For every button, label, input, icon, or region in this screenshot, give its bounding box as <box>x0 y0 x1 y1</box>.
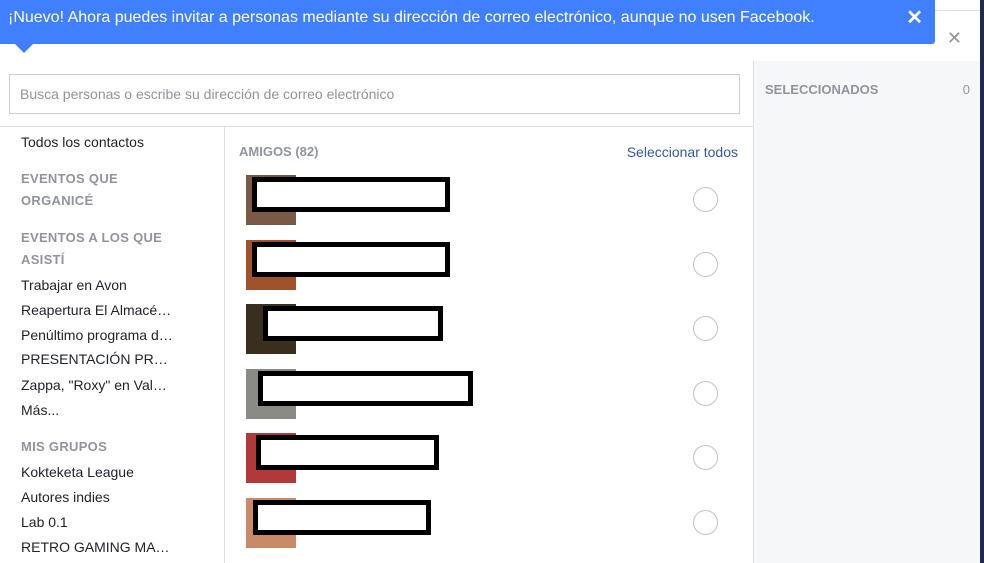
redacted-name <box>253 500 431 535</box>
selected-label: SELECCIONADOS <box>765 82 879 97</box>
friend-row[interactable] <box>246 369 740 419</box>
invite-dialog: ✕ Todos los contactos EVENTOS QUE ORGANI… <box>0 10 980 563</box>
sidebar-item-more[interactable]: Más... <box>21 402 59 418</box>
sidebar-item-group[interactable]: Autores indies <box>21 489 110 505</box>
selected-panel: SELECCIONADOS 0 <box>753 61 980 563</box>
sidebar-item-event[interactable]: Zappa, "Roxy" en Val… <box>21 377 167 393</box>
section-heading-events-organized: EVENTOS QUE ORGANICÉ <box>21 171 118 208</box>
tooltip-text: ¡Nuevo! Ahora puedes invitar a personas … <box>8 9 815 26</box>
friend-row[interactable] <box>246 304 740 354</box>
sidebar-item-all-contacts[interactable]: Todos los contactos <box>21 134 144 150</box>
section-heading-my-groups: MIS GRUPOS <box>21 439 108 454</box>
dialog-close-icon[interactable]: ✕ <box>947 29 962 47</box>
sidebar-item-group[interactable]: Lab 0.1 <box>21 514 68 530</box>
select-radio[interactable] <box>693 381 718 406</box>
select-radio[interactable] <box>693 187 718 212</box>
sidebar-item-event[interactable]: PRESENTACIÓN PR… <box>21 351 168 367</box>
sidebar: Todos los contactos EVENTOS QUE ORGANICÉ… <box>0 127 225 563</box>
new-feature-tooltip: ¡Nuevo! Ahora puedes invitar a personas … <box>0 0 935 53</box>
redacted-name <box>263 306 443 341</box>
redacted-name <box>258 371 473 406</box>
select-radio[interactable] <box>693 252 718 277</box>
friend-row[interactable] <box>246 240 740 290</box>
tooltip-close-icon[interactable]: ✕ <box>906 8 923 28</box>
redacted-name <box>252 242 450 277</box>
tooltip-arrow <box>15 44 33 53</box>
sidebar-item-group[interactable]: RETRO GAMING MA… <box>21 539 170 555</box>
friends-list: AMIGOS (82) Seleccionar todos <box>226 127 753 563</box>
sidebar-item-event[interactable]: Trabajar en Avon <box>21 277 127 293</box>
redacted-name <box>256 435 439 470</box>
select-all-link[interactable]: Seleccionar todos <box>627 144 738 160</box>
select-radio[interactable] <box>693 316 718 341</box>
sidebar-item-group[interactable]: Kokteketa League <box>21 464 134 480</box>
friend-row[interactable] <box>246 498 740 548</box>
friend-row[interactable] <box>246 433 740 483</box>
select-radio[interactable] <box>693 510 718 535</box>
redacted-name <box>252 177 450 212</box>
selected-count: 0 <box>962 82 970 97</box>
background-page-edge <box>980 0 984 563</box>
search-input[interactable] <box>9 74 740 114</box>
section-heading-events-attended: EVENTOS A LOS QUE ASISTÍ <box>21 230 163 267</box>
friend-row[interactable] <box>246 175 740 225</box>
friends-heading: AMIGOS (82) <box>239 144 319 159</box>
select-radio[interactable] <box>693 445 718 470</box>
sidebar-item-event[interactable]: Penúltimo programa d… <box>21 327 173 343</box>
search-area <box>0 61 753 127</box>
sidebar-item-event[interactable]: Reapertura El Almacé… <box>21 302 171 318</box>
